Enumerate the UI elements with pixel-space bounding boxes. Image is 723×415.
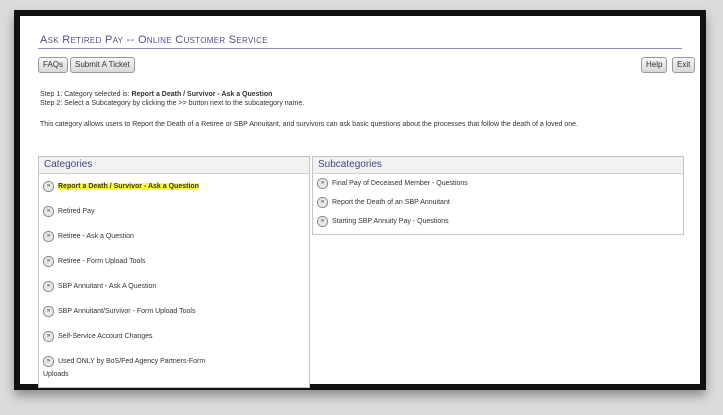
category-item: » SBP Annuitant/Survivor - Form Upload To… (43, 306, 195, 317)
subcategories-panel: Subcategories » Final Pay of Deceased Mem… (312, 156, 684, 235)
step-1: Step 1: Category selected is: Report a D… (40, 90, 304, 99)
select-arrow-icon[interactable]: » (43, 281, 54, 292)
select-arrow-icon[interactable]: » (43, 256, 54, 267)
subcategory-label: Starting SBP Annuity Pay - Questions (332, 218, 449, 225)
page-title: Ask Retired Pay -- Online Customer Servi… (40, 34, 268, 46)
categories-header: Categories (39, 157, 309, 174)
category-item: » Self-Service Account Changes (43, 331, 153, 342)
category-label: SBP Annuitant - Ask A Question (58, 283, 157, 290)
category-item: » Retiree - Form Upload Tools (43, 256, 145, 267)
step-1-prefix: Step 1: Category selected is: (40, 91, 132, 98)
subcategories-header: Subcategories (313, 157, 683, 174)
subcategory-label: Final Pay of Deceased Member - Questions (332, 180, 468, 187)
selected-category: Report a Death / Survivor - Ask a Questi… (131, 91, 273, 98)
select-arrow-icon[interactable]: » (43, 206, 54, 217)
subcategory-label: Report the Death of an SBP Annuitant (332, 199, 450, 206)
title-divider (38, 48, 682, 49)
category-label: Retired Pay (58, 208, 95, 215)
category-label: Uploads (43, 371, 69, 378)
step-2: Step 2: Select a Subcategory by clicking… (40, 100, 305, 107)
select-arrow-icon[interactable]: » (317, 197, 328, 208)
category-label: Retiree - Ask a Question (58, 233, 134, 240)
help-button[interactable]: Help (641, 57, 668, 73)
select-arrow-icon[interactable]: » (43, 231, 54, 242)
submit-ticket-button[interactable]: Submit A Ticket (70, 57, 135, 73)
exit-button[interactable]: Exit (672, 57, 696, 73)
category-item: » Used ONLY by BoS/Fed Agency Partners-Fo… (43, 356, 205, 367)
select-arrow-icon[interactable]: » (317, 178, 328, 189)
category-label: Used ONLY by BoS/Fed Agency Partners-For… (58, 358, 206, 365)
step-instructions: Step 1: Category selected is: Report a D… (40, 90, 304, 108)
select-arrow-icon[interactable]: » (43, 331, 54, 342)
subcategory-item: » Report the Death of an SBP Annuitant (317, 197, 450, 208)
subcategory-item: » Final Pay of Deceased Member - Question… (317, 178, 468, 189)
subcategory-item: » Starting SBP Annuity Pay - Questions (317, 216, 449, 227)
select-arrow-icon[interactable]: » (43, 356, 54, 367)
category-item-continued: Uploads (43, 370, 69, 379)
category-label: SBP Annuitant/Survivor - Form Upload Too… (58, 308, 196, 315)
category-label: Self-Service Account Changes (58, 333, 153, 340)
screenshot-frame: Ask Retired Pay -- Online Customer Servi… (14, 10, 706, 390)
category-label: Retiree - Form Upload Tools (58, 258, 146, 265)
select-arrow-icon[interactable]: » (317, 216, 328, 227)
page: Ask Retired Pay -- Online Customer Servi… (20, 16, 700, 388)
category-item: » Report a Death / Survivor - Ask a Quest… (43, 181, 199, 192)
category-item: » Retired Pay (43, 206, 95, 217)
category-item: » Retiree - Ask a Question (43, 231, 134, 242)
categories-panel: Categories » Report a Death / Survivor - … (38, 156, 310, 388)
select-arrow-icon[interactable]: » (43, 306, 54, 317)
faqs-button[interactable]: FAQs (38, 57, 69, 73)
category-label: Report a Death / Survivor - Ask a Questi… (58, 183, 199, 190)
category-item: » SBP Annuitant - Ask A Question (43, 281, 156, 292)
select-arrow-icon[interactable]: » (43, 181, 54, 192)
category-description: This category allows users to Report the… (40, 121, 579, 128)
